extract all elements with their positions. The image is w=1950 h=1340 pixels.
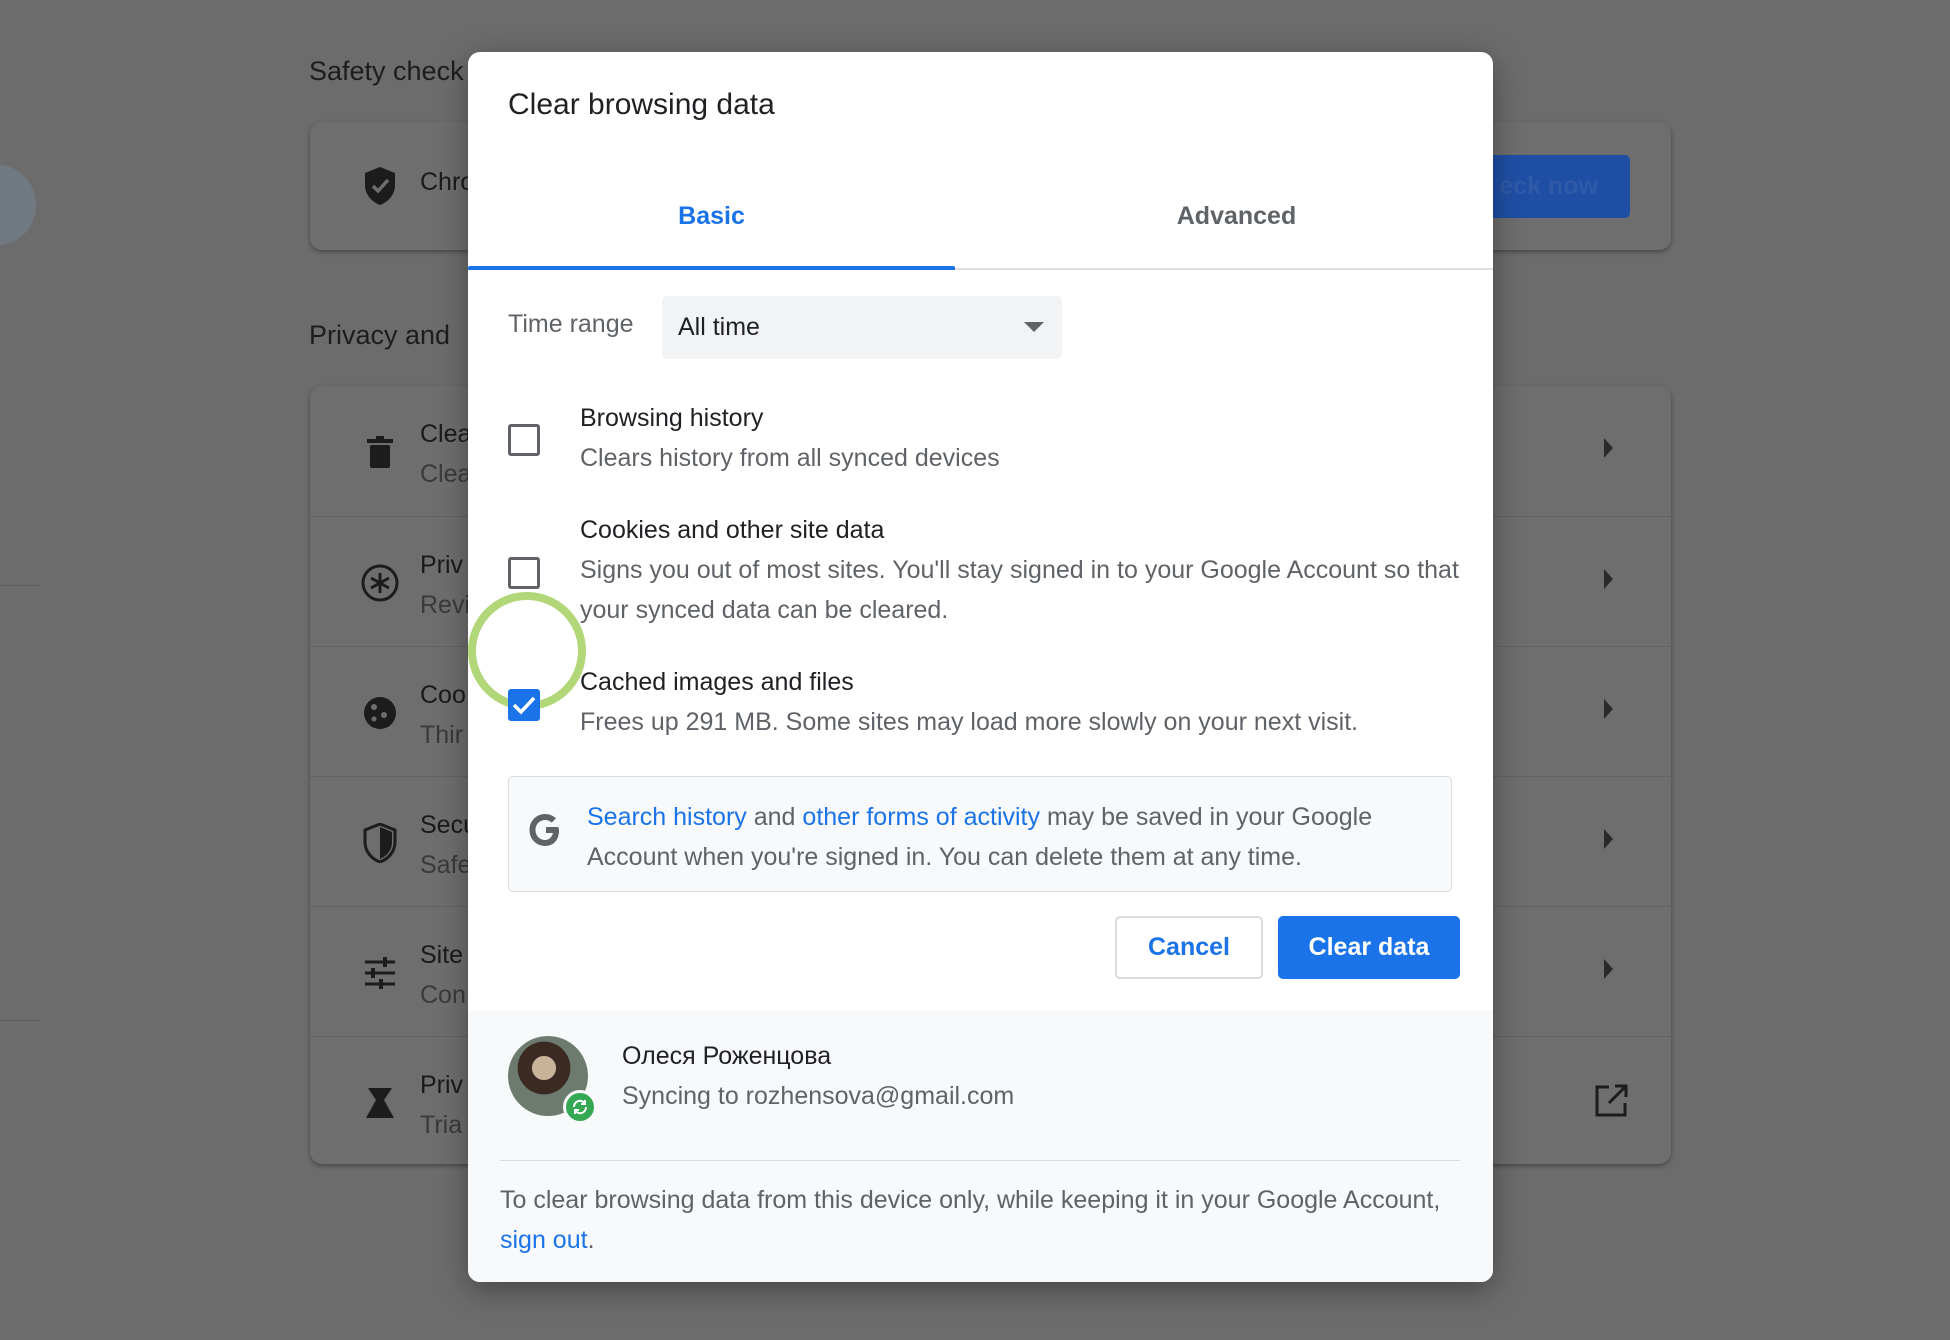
arrow-right-icon — [1604, 959, 1613, 979]
note-text: To clear browsing data from this device … — [500, 1186, 1441, 1214]
divider — [0, 585, 40, 586]
active-tab-indicator — [468, 266, 955, 270]
row-title: Priv — [420, 1071, 464, 1099]
safety-row-title: Chro — [420, 168, 475, 196]
avatar-blob — [0, 165, 36, 245]
option-description: Signs you out of most sites. You'll stay… — [580, 556, 1459, 624]
arrow-right-icon — [1604, 699, 1613, 719]
option-title: Cached images and files — [580, 668, 854, 696]
divider — [0, 1020, 40, 1021]
sign-out-note: To clear browsing data from this device … — [500, 1180, 1460, 1260]
tab-bar: Basic Advanced — [468, 162, 1493, 270]
row-subtitle: Tria — [420, 1111, 463, 1139]
time-range-value: All time — [678, 313, 760, 341]
shield-check-icon — [350, 162, 410, 210]
sync-icon — [563, 1090, 597, 1124]
arrow-right-icon — [1604, 829, 1613, 849]
dialog-footer: Олеся Роженцова Syncing to rozhensova@gm… — [468, 1010, 1493, 1282]
row-subtitle: Thir — [420, 721, 464, 749]
arrow-right-icon — [1604, 569, 1613, 589]
option-description: Frees up 291 MB. Some sites may load mor… — [580, 708, 1359, 736]
row-subtitle: Safe — [420, 851, 472, 879]
option-title: Browsing history — [580, 404, 764, 432]
clear-data-button[interactable]: Clear data — [1278, 916, 1460, 979]
google-g-icon — [529, 813, 563, 852]
trash-icon — [350, 428, 410, 476]
clear-browsing-data-dialog: Clear browsing data Basic Advanced Time … — [468, 52, 1493, 1282]
option-title: Cookies and other site data — [580, 516, 885, 544]
row-subtitle: Con — [420, 981, 466, 1009]
arrow-right-icon — [1604, 438, 1613, 458]
cookie-icon — [350, 689, 410, 737]
browsing-history-checkbox[interactable] — [508, 424, 540, 456]
cookies-checkbox[interactable] — [508, 557, 540, 589]
option-description: Clears history from all synced devices — [580, 444, 1000, 472]
info-and: and — [753, 803, 796, 831]
cancel-button[interactable]: Cancel — [1115, 916, 1263, 979]
account-sync-status: Syncing to rozhensova@gmail.com — [622, 1082, 1015, 1110]
privacy-section-title: Privacy and — [309, 320, 451, 350]
checkmark-icon — [512, 696, 536, 715]
safety-check-title: Safety check — [309, 56, 464, 86]
time-range-select[interactable]: All time — [662, 296, 1062, 359]
row-title: Coo — [420, 681, 466, 709]
sliders-icon — [350, 949, 410, 997]
other-activity-link[interactable]: other forms of activity — [802, 803, 1040, 831]
note-end: . — [587, 1226, 595, 1254]
flask-icon — [350, 1079, 410, 1127]
security-shield-icon — [350, 819, 410, 867]
tab-advanced[interactable]: Advanced — [980, 162, 1493, 270]
account-name: Олеся Роженцова — [622, 1042, 832, 1070]
row-subtitle: Revi — [420, 591, 471, 619]
time-range-label: Time range — [508, 310, 634, 338]
row-title: Priv — [420, 551, 464, 579]
divider — [500, 1160, 1460, 1161]
info-text: Search history and other forms of activi… — [587, 797, 1437, 877]
open-external-icon — [1593, 1083, 1629, 1124]
row-title: Clea — [420, 420, 472, 448]
row-title: Site — [420, 941, 464, 969]
tab-basic[interactable]: Basic — [468, 162, 955, 270]
dropdown-arrow-icon — [1024, 322, 1044, 332]
cached-images-checkbox[interactable] — [508, 689, 540, 721]
sign-out-link[interactable]: sign out — [500, 1226, 588, 1254]
dialog-title: Clear browsing data — [508, 88, 775, 121]
privacy-guide-icon — [350, 559, 410, 607]
google-activity-info: Search history and other forms of activi… — [508, 776, 1452, 892]
row-subtitle: Clea — [420, 460, 472, 488]
search-history-link[interactable]: Search history — [587, 803, 747, 831]
